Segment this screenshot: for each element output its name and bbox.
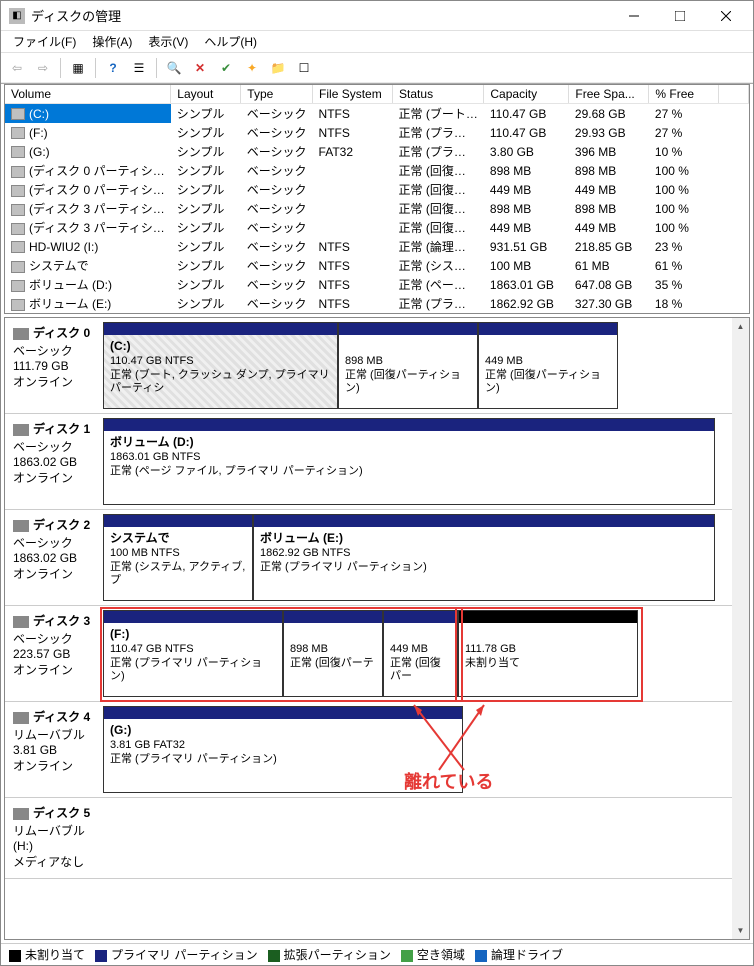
- scrollbar[interactable]: ▲ ▼: [732, 318, 749, 939]
- partition[interactable]: 449 MB正常 (回復パーティション): [478, 322, 618, 409]
- disk-info: ディスク 1ベーシック1863.02 GBオンライン: [11, 418, 103, 505]
- disk-info: ディスク 0ベーシック111.79 GBオンライン: [11, 322, 103, 409]
- scroll-down-icon[interactable]: ▼: [732, 922, 749, 939]
- legend-item: 論理ドライブ: [475, 946, 563, 963]
- delete-icon[interactable]: ✕: [188, 56, 212, 80]
- help-icon[interactable]: ?: [101, 56, 125, 80]
- menu-view[interactable]: 表示(V): [140, 31, 196, 52]
- legend-item: 空き領域: [401, 946, 465, 963]
- app-icon: ◧: [9, 8, 25, 24]
- disk-row[interactable]: ディスク 2ベーシック1863.02 GBオンラインシステムで100 MB NT…: [5, 510, 749, 606]
- col-volume[interactable]: Volume: [5, 85, 171, 104]
- maximize-button[interactable]: [657, 2, 703, 30]
- table-row[interactable]: (ディスク 0 パーティシ…シンプルベーシック正常 (回復…449 MB449 …: [5, 180, 749, 199]
- col-free[interactable]: Free Spa...: [569, 85, 649, 104]
- table-row[interactable]: (ディスク 3 パーティシ…シンプルベーシック正常 (回復…898 MB898 …: [5, 199, 749, 218]
- table-row[interactable]: (C:)シンプルベーシックNTFS正常 (ブート…110.47 GB29.68 …: [5, 104, 749, 124]
- partition[interactable]: ボリューム (E:)1862.92 GB NTFS正常 (プライマリ パーティシ…: [253, 514, 715, 601]
- col-fs[interactable]: File System: [313, 85, 393, 104]
- menu-file[interactable]: ファイル(F): [5, 31, 84, 52]
- disk-partitions: (F:)110.47 GB NTFS正常 (プライマリ パーティション)898 …: [103, 610, 743, 697]
- disk-row[interactable]: ディスク 3ベーシック223.57 GBオンライン(F:)110.47 GB N…: [5, 606, 749, 702]
- disk-row[interactable]: ディスク 0ベーシック111.79 GBオンライン(C:)110.47 GB N…: [5, 318, 749, 414]
- table-row[interactable]: ボリューム (E:)シンプルベーシックNTFS正常 (プラ…1862.92 GB…: [5, 294, 749, 313]
- partition[interactable]: (G:)3.81 GB FAT32正常 (プライマリ パーティション): [103, 706, 463, 793]
- volume-table[interactable]: Volume Layout Type File System Status Ca…: [5, 85, 749, 313]
- column-header-row[interactable]: Volume Layout Type File System Status Ca…: [5, 85, 749, 104]
- menu-help[interactable]: ヘルプ(H): [196, 31, 265, 52]
- disk-info: ディスク 2ベーシック1863.02 GBオンライン: [11, 514, 103, 601]
- menu-bar: ファイル(F) 操作(A) 表示(V) ヘルプ(H): [1, 31, 753, 53]
- volume-list-pane[interactable]: Volume Layout Type File System Status Ca…: [4, 84, 750, 314]
- table-row[interactable]: ボリューム (D:)シンプルベーシックNTFS正常 (ペー…1863.01 GB…: [5, 275, 749, 294]
- partition[interactable]: (F:)110.47 GB NTFS正常 (プライマリ パーティション): [103, 610, 283, 697]
- partition[interactable]: 111.78 GB未割り当て: [458, 610, 638, 697]
- folder-icon[interactable]: 📁: [266, 56, 290, 80]
- disk-row[interactable]: ディスク 5リムーバブル (H:)メディアなし: [5, 798, 749, 879]
- close-button[interactable]: [703, 2, 749, 30]
- table-row[interactable]: HD-WIU2 (I:)シンプルベーシックNTFS正常 (論理…931.51 G…: [5, 237, 749, 256]
- col-type[interactable]: Type: [241, 85, 313, 104]
- col-pct[interactable]: % Free: [649, 85, 719, 104]
- col-status[interactable]: Status: [393, 85, 484, 104]
- partition[interactable]: 449 MB正常 (回復パー: [383, 610, 458, 697]
- disk-row[interactable]: ディスク 1ベーシック1863.02 GBオンラインボリューム (D:)1863…: [5, 414, 749, 510]
- disk-partitions: [103, 802, 743, 874]
- legend: 未割り当てプライマリ パーティション拡張パーティション空き領域論理ドライブ: [1, 943, 753, 965]
- window-icon[interactable]: ☐: [292, 56, 316, 80]
- window-title: ディスクの管理: [31, 6, 611, 25]
- col-spare[interactable]: [719, 85, 749, 104]
- disk-graphic-pane[interactable]: ディスク 0ベーシック111.79 GBオンライン(C:)110.47 GB N…: [4, 317, 750, 940]
- partition[interactable]: ボリューム (D:)1863.01 GB NTFS正常 (ページ ファイル, プ…: [103, 418, 715, 505]
- table-row[interactable]: (ディスク 0 パーティシ…シンプルベーシック正常 (回復…898 MB898 …: [5, 161, 749, 180]
- legend-item: 拡張パーティション: [268, 946, 391, 963]
- col-layout[interactable]: Layout: [171, 85, 241, 104]
- disk-partitions: (C:)110.47 GB NTFS正常 (ブート, クラッシュ ダンプ, プラ…: [103, 322, 743, 409]
- partition[interactable]: 898 MB正常 (回復パーテ: [283, 610, 383, 697]
- disk-partitions: システムで100 MB NTFS正常 (システム, アクティブ, プボリューム …: [103, 514, 743, 601]
- refresh-icon[interactable]: 🔍: [162, 56, 186, 80]
- list-icon[interactable]: ☰: [127, 56, 151, 80]
- partition[interactable]: (C:)110.47 GB NTFS正常 (ブート, クラッシュ ダンプ, プラ…: [103, 322, 338, 409]
- disk-row[interactable]: ディスク 4リムーバブル3.81 GBオンライン(G:)3.81 GB FAT3…: [5, 702, 749, 798]
- disk-info: ディスク 4リムーバブル3.81 GBオンライン: [11, 706, 103, 793]
- toolbar: ⇦ ⇨ ▦ ? ☰ 🔍 ✕ ✔ ✦ 📁 ☐: [1, 53, 753, 83]
- scroll-up-icon[interactable]: ▲: [732, 318, 749, 335]
- disk-partitions: (G:)3.81 GB FAT32正常 (プライマリ パーティション): [103, 706, 743, 793]
- forward-button[interactable]: ⇨: [31, 56, 55, 80]
- legend-item: プライマリ パーティション: [95, 946, 258, 963]
- menu-action[interactable]: 操作(A): [84, 31, 140, 52]
- check-icon[interactable]: ✔: [214, 56, 238, 80]
- legend-item: 未割り当て: [9, 946, 85, 963]
- table-row[interactable]: (G:)シンプルベーシックFAT32正常 (プラ…3.80 GB396 MB10…: [5, 142, 749, 161]
- new-icon[interactable]: ✦: [240, 56, 264, 80]
- minimize-button[interactable]: [611, 2, 657, 30]
- col-capacity[interactable]: Capacity: [484, 85, 569, 104]
- back-button[interactable]: ⇦: [5, 56, 29, 80]
- title-bar: ◧ ディスクの管理: [1, 1, 753, 31]
- views-button[interactable]: ▦: [66, 56, 90, 80]
- table-row[interactable]: (F:)シンプルベーシックNTFS正常 (プラ…110.47 GB29.93 G…: [5, 123, 749, 142]
- disk-partitions: ボリューム (D:)1863.01 GB NTFS正常 (ページ ファイル, プ…: [103, 418, 743, 505]
- partition[interactable]: 898 MB正常 (回復パーティション): [338, 322, 478, 409]
- disk-info: ディスク 5リムーバブル (H:)メディアなし: [11, 802, 103, 874]
- partition[interactable]: システムで100 MB NTFS正常 (システム, アクティブ, プ: [103, 514, 253, 601]
- table-row[interactable]: (ディスク 3 パーティシ…シンプルベーシック正常 (回復…449 MB449 …: [5, 218, 749, 237]
- table-row[interactable]: システムでシンプルベーシックNTFS正常 (シス…100 MB61 MB61 %: [5, 256, 749, 275]
- disk-info: ディスク 3ベーシック223.57 GBオンライン: [11, 610, 103, 697]
